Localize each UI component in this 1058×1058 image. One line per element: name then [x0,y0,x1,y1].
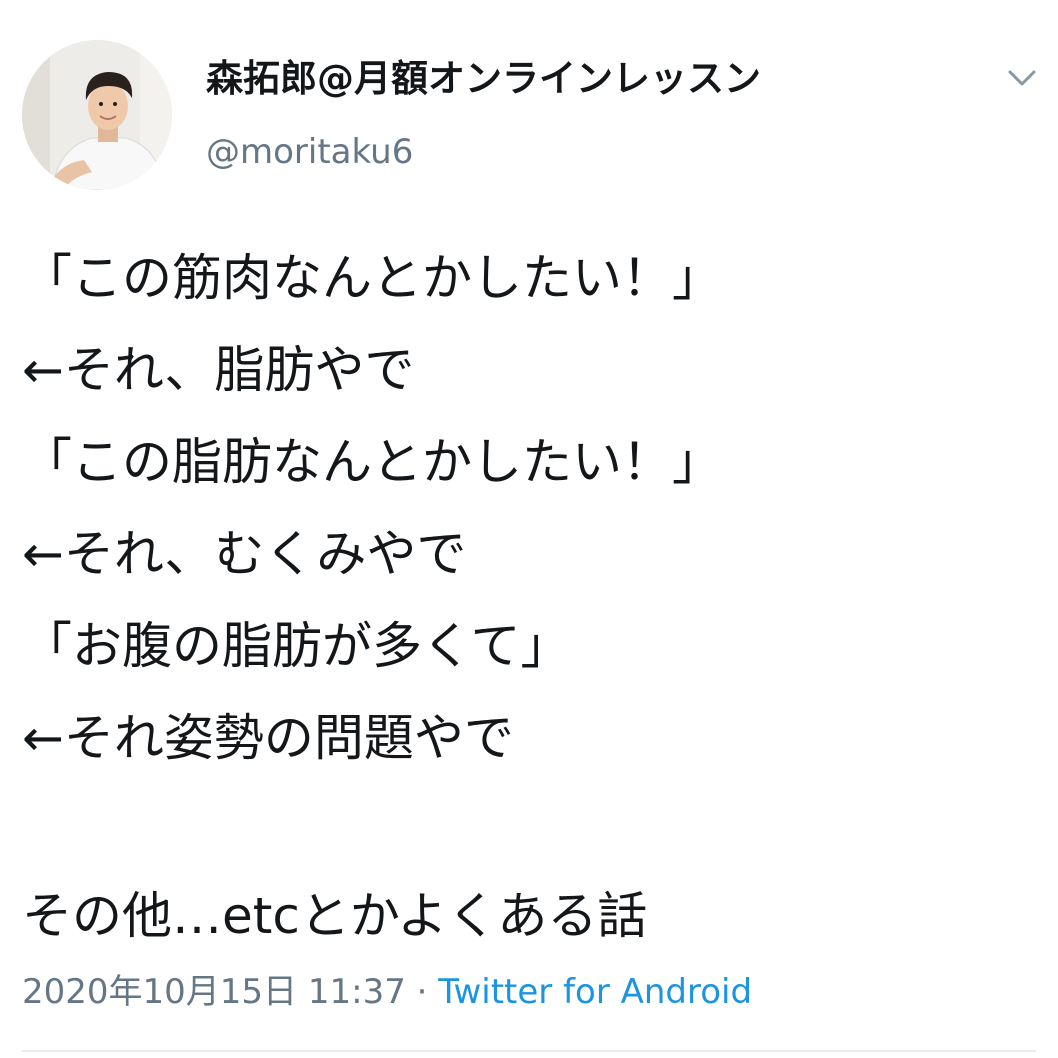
avatar[interactable] [22,40,172,190]
tweet-meta: 2020年10月15日 11:37 · Twitter for Android [22,968,752,1016]
meta-separator: · [405,972,439,1012]
tweet-line: その他…etcとかよくある話 [22,887,648,945]
tweet-line: 「この脂肪なんとかしたい！」 [22,433,722,491]
display-name[interactable]: 森拓郎@月額オンラインレッスン [206,56,761,102]
user-handle[interactable]: @moritaku6 [206,130,413,174]
tweet-line: 「この筋肉なんとかしたい！」 [22,249,722,307]
divider [22,1050,1036,1052]
timestamp[interactable]: 2020年10月15日 11:37 [22,972,406,1012]
profile-photo-icon [22,40,172,190]
source-link[interactable]: Twitter for Android [438,972,752,1012]
tweet-text: 「この筋肉なんとかしたい！」 ←それ、脂肪やで 「この脂肪なんとかしたい！」 ←… [22,232,1042,962]
tweet-line: ←それ姿勢の問題やで [22,709,514,767]
tweet-card: 森拓郎@月額オンラインレッスン @moritaku6 「この筋肉なんとかしたい！… [0,0,1058,1058]
tweet-line: ←それ、脂肪やで [22,341,415,399]
tweet-line: ←それ、むくみやで [22,525,467,583]
tweet-line: 「お腹の脂肪が多くて」 [22,617,571,675]
chevron-down-icon[interactable] [1002,64,1042,94]
